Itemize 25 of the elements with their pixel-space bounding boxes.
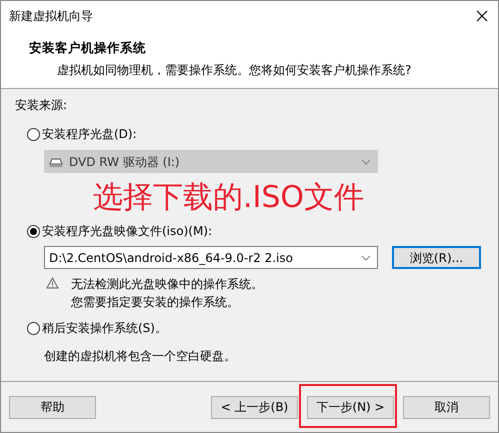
radio-label[interactable]: 稍后安装操作系统(S)。 [42,319,167,337]
warning-text: 无法检测此光盘映像中的操作系统。 [71,276,263,293]
warning-icon [46,277,59,289]
source-label: 安装来源: [15,97,68,114]
annotation-text: 选择下载的.ISO文件 [93,179,366,217]
chevron-icon [361,254,371,260]
header-title: 安装客户机操作系统 [29,39,147,57]
drive-icon [49,156,63,168]
radio-label[interactable]: 安装程序光盘(D): [42,125,137,143]
browse-button[interactable]: 浏览(R)... [392,246,481,269]
radio-button[interactable] [27,322,40,334]
path-combobox[interactable]: D:\2.CentOS\android-x86_64-9.0-r2 2.iso [44,246,378,269]
header-subtitle: 虚拟机如同物理机，需要操作系统。您将如何安装客户机操作系统? [57,62,412,79]
chevron-icon [361,158,371,164]
wizard-button[interactable]: < 上一步(B) [211,396,298,418]
wizard-button[interactable]: 帮助 [9,396,96,418]
option-note: 创建的虚拟机将包含一个空白硬盘。 [44,348,237,365]
wizard-button[interactable]: 下一步(N) > [307,396,394,418]
close-icon[interactable] [476,10,488,22]
radio-button[interactable] [27,128,40,140]
radio-button[interactable] [27,224,40,238]
radio-label[interactable]: 安装程序光盘映像文件(iso)(M): [42,222,212,240]
warning-text: 您需要指定要安装的操作系统。 [71,294,240,311]
window-title: 新建虚拟机向导 [9,8,93,25]
wizard-button[interactable]: 取消 [403,396,490,418]
